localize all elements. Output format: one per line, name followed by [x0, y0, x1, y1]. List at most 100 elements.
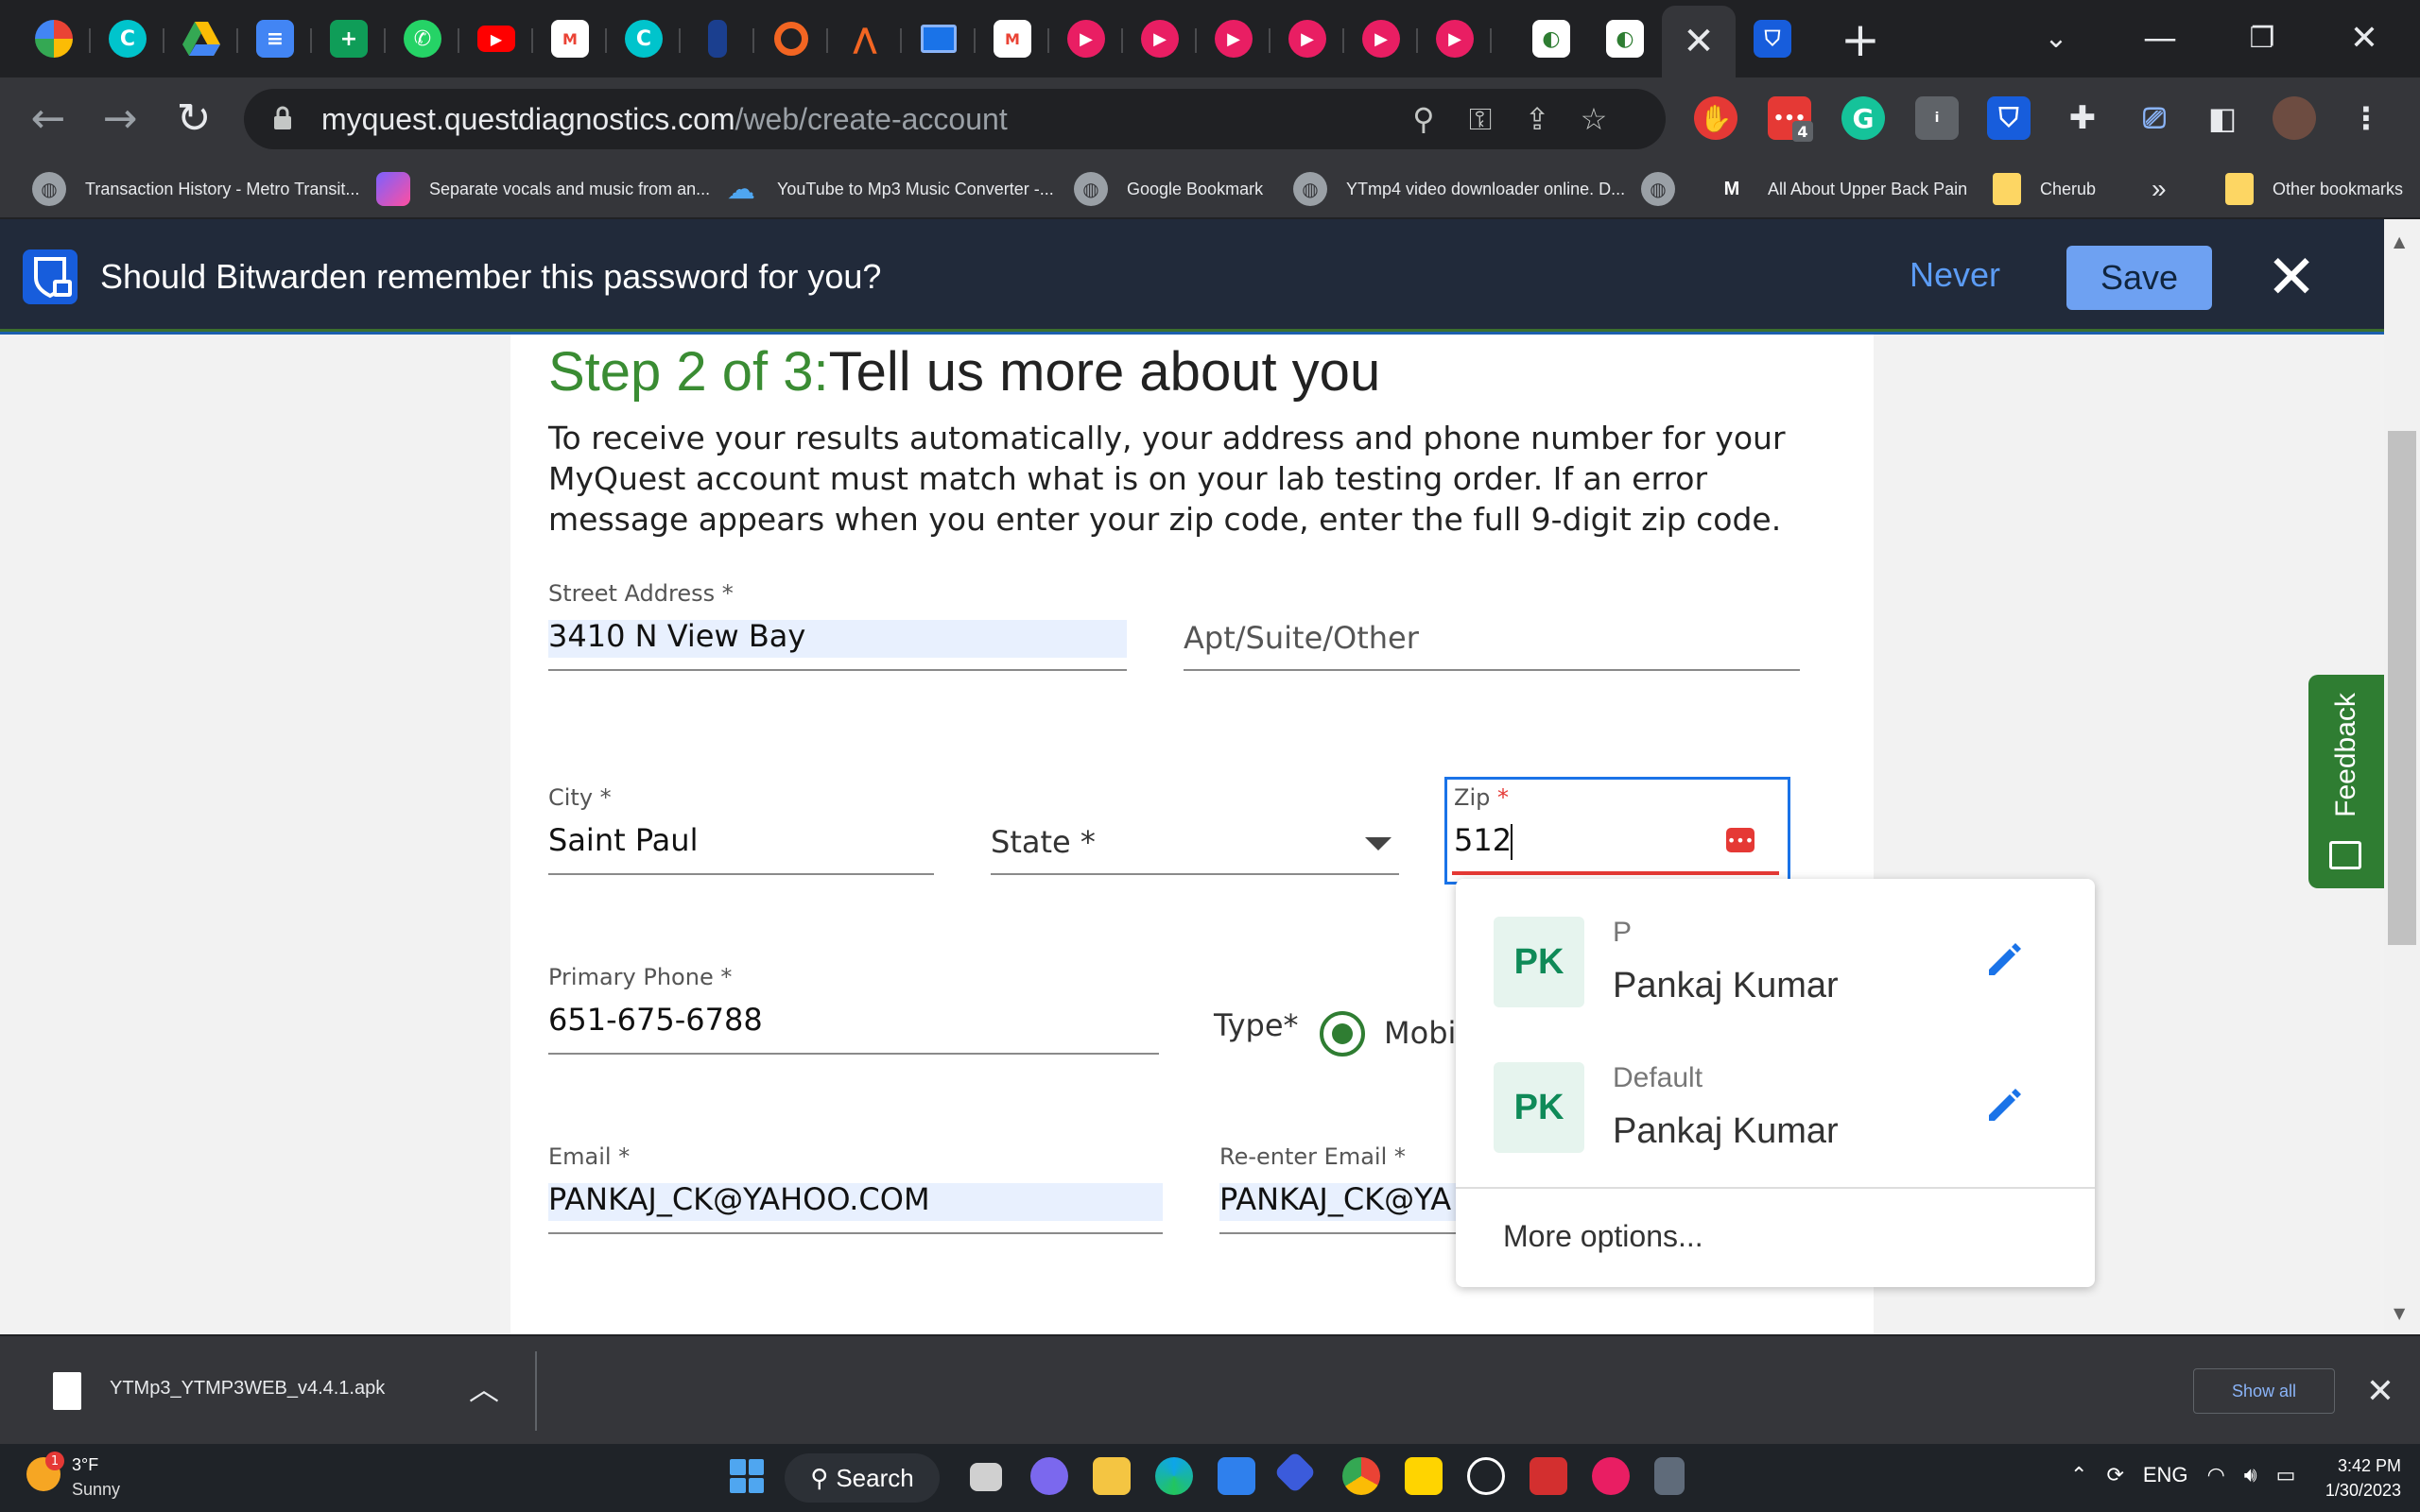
- scroll-up-arrow-icon[interactable]: ▲: [2394, 232, 2405, 250]
- bookmark-youtube-mp3[interactable]: ☁ YouTube to Mp3 Music Converter -...: [724, 170, 1054, 208]
- tab-gmail-1[interactable]: M: [533, 11, 607, 66]
- back-arrow-icon[interactable]: ←: [23, 93, 74, 144]
- tab-whatsapp[interactable]: ✆: [386, 11, 459, 66]
- show-all-button[interactable]: Show all: [2193, 1368, 2335, 1414]
- street-address-input[interactable]: 3410 N View Bay: [548, 618, 805, 654]
- tab-search-chevron-icon[interactable]: ⌄: [2023, 9, 2089, 66]
- battery-icon[interactable]: ▭: [2276, 1463, 2296, 1487]
- tab-canva[interactable]: C: [91, 11, 164, 66]
- close-tab-icon[interactable]: ✕: [1683, 20, 1715, 63]
- reenter-email-input[interactable]: PANKAJ_CK@YA: [1219, 1181, 1451, 1217]
- bookmark-ytmp4[interactable]: ◍ YTmp4 video downloader online. D...: [1293, 170, 1625, 208]
- apt-suite-input[interactable]: Apt/Suite/Other: [1184, 620, 1419, 656]
- autofill-suggestion[interactable]: PK P Pankaj Kumar: [1456, 879, 2095, 1022]
- bookmark-star-icon[interactable]: ☆: [1577, 101, 1611, 137]
- teams-chat-icon[interactable]: [1030, 1457, 1068, 1495]
- weather-temp[interactable]: 3°F: [72, 1455, 98, 1475]
- new-tab-button[interactable]: +: [1834, 12, 1887, 67]
- tab-google-photos[interactable]: [17, 11, 91, 66]
- bookmarks-overflow-chevron-icon[interactable]: »: [2152, 170, 2167, 208]
- close-shelf-icon[interactable]: ✕: [2361, 1368, 2399, 1414]
- city-input[interactable]: Saint Paul: [548, 822, 698, 858]
- tab-gmail-2[interactable]: M: [976, 11, 1049, 66]
- stop-hand-extension-icon[interactable]: ✋: [1694, 96, 1737, 140]
- chrome-icon[interactable]: [1342, 1457, 1380, 1495]
- tab-player-3[interactable]: ▶: [1197, 11, 1270, 66]
- reload-icon[interactable]: ↻: [168, 93, 219, 144]
- taskbar-search-button[interactable]: ⚲ Search: [785, 1453, 940, 1503]
- grammarly-icon[interactable]: G: [1841, 96, 1885, 140]
- tab-player-5[interactable]: ▶: [1344, 11, 1418, 66]
- page-scrollbar[interactable]: ▲ ▼: [2384, 219, 2420, 1334]
- close-icon[interactable]: ✕: [2256, 242, 2327, 314]
- bitwarden-extension-icon[interactable]: ⛉: [1987, 96, 2031, 140]
- tab-google-docs[interactable]: ≡: [238, 11, 312, 66]
- edge-icon[interactable]: [1155, 1457, 1193, 1495]
- cast-icon[interactable]: ⎚: [2133, 96, 2176, 140]
- email-input[interactable]: PANKAJ_CK@YAHOO.COM: [548, 1181, 930, 1217]
- tab-youtube[interactable]: ▶: [459, 11, 533, 66]
- forward-arrow-icon[interactable]: →: [95, 93, 146, 144]
- pencil-edit-icon[interactable]: [1981, 937, 2027, 983]
- volume-icon[interactable]: 🔊︎: [2244, 1463, 2257, 1487]
- sticky-notes-icon[interactable]: [1405, 1457, 1443, 1495]
- share-icon[interactable]: ⇪: [1520, 101, 1554, 137]
- tab-canva-2[interactable]: C: [607, 11, 681, 66]
- scroll-down-arrow-icon[interactable]: ▼: [2394, 1304, 2405, 1322]
- dots-extension-icon[interactable]: ••• 4: [1768, 96, 1813, 142]
- side-panel-icon[interactable]: ◧: [2201, 96, 2244, 140]
- bookmark-google[interactable]: ◍ Google Bookmark: [1074, 170, 1263, 208]
- task-view-icon[interactable]: [970, 1463, 1002, 1491]
- file-explorer-icon[interactable]: [1093, 1457, 1131, 1495]
- tab-google-sheets[interactable]: +: [312, 11, 386, 66]
- minimize-icon[interactable]: —: [2127, 9, 2193, 66]
- restore-icon[interactable]: ❐: [2229, 9, 2295, 66]
- feedback-tab[interactable]: Feedback: [2308, 675, 2384, 888]
- bookmark-other-bookmarks[interactable]: Other bookmarks: [2225, 170, 2403, 208]
- sync-icon[interactable]: ⟳: [2106, 1463, 2123, 1487]
- calculator-icon[interactable]: [1654, 1457, 1685, 1495]
- language-indicator[interactable]: ENG: [2143, 1463, 2188, 1487]
- menu-kebab-icon[interactable]: ⋮: [2344, 96, 2388, 140]
- taskbar-clock[interactable]: 3:42 PM 1/30/2023: [2307, 1453, 2401, 1503]
- wifi-icon[interactable]: ◠: [2207, 1463, 2225, 1487]
- tab-player-2[interactable]: ▶: [1123, 11, 1197, 66]
- never-button[interactable]: Never: [1910, 255, 2000, 295]
- acrobat-icon[interactable]: [1530, 1457, 1567, 1495]
- bookmark-separate-vocals[interactable]: Separate vocals and music from an...: [376, 170, 710, 208]
- tab-dark-app[interactable]: [681, 11, 754, 66]
- copilot-icon[interactable]: [1273, 1451, 1317, 1494]
- tab-orange-app[interactable]: [754, 11, 828, 66]
- scrollbar-thumb[interactable]: [2388, 431, 2416, 945]
- chevron-down-icon[interactable]: [1365, 835, 1392, 852]
- download-file-name[interactable]: YTMp3_YTMP3WEB_v4.4.1.apk: [110, 1378, 385, 1400]
- bookmark-cherub[interactable]: Cherub: [1993, 170, 2096, 208]
- window-close-icon[interactable]: ✕: [2331, 9, 2397, 66]
- more-options-link[interactable]: More options...: [1503, 1219, 1703, 1254]
- save-button[interactable]: Save: [2066, 246, 2212, 310]
- primary-phone-input[interactable]: 651-675-6788: [548, 1002, 763, 1038]
- address-bar[interactable]: myquest.questdiagnostics.com/web/create-…: [244, 89, 1666, 149]
- key-icon[interactable]: ⚿: [1463, 101, 1497, 137]
- bookmark-transaction-history[interactable]: ◍ Transaction History - Metro Transit...: [32, 170, 359, 208]
- chevron-up-icon[interactable]: ︿: [465, 1368, 503, 1407]
- tray-overflow-chevron-icon[interactable]: ⌃: [2070, 1463, 2087, 1487]
- profile-avatar[interactable]: [2273, 96, 2316, 140]
- pencil-edit-icon[interactable]: [1981, 1083, 2027, 1128]
- video-player-icon[interactable]: [1592, 1457, 1630, 1495]
- windows-start-icon[interactable]: [730, 1459, 764, 1493]
- weather-condition[interactable]: Sunny: [72, 1480, 120, 1500]
- location-pin-icon[interactable]: ⚲: [1407, 101, 1441, 137]
- autofill-suggestion[interactable]: PK Default Pankaj Kumar: [1456, 1024, 2095, 1168]
- media-player-icon[interactable]: [1467, 1457, 1505, 1495]
- tab-player-4[interactable]: ▶: [1270, 11, 1344, 66]
- tab-arc-app[interactable]: ⋀: [828, 11, 902, 66]
- tab-green-app-2[interactable]: ◐: [1588, 11, 1662, 66]
- tab-screen-app[interactable]: [902, 11, 976, 66]
- tab-player-6[interactable]: ▶: [1418, 11, 1492, 66]
- tab-player-1[interactable]: ▶: [1049, 11, 1123, 66]
- bookmark-upper-back-pain[interactable]: M All About Upper Back Pain: [1715, 170, 1967, 208]
- tab-google-drive[interactable]: [164, 11, 238, 66]
- mail-icon[interactable]: [1218, 1457, 1255, 1495]
- state-select[interactable]: State *: [991, 824, 1096, 860]
